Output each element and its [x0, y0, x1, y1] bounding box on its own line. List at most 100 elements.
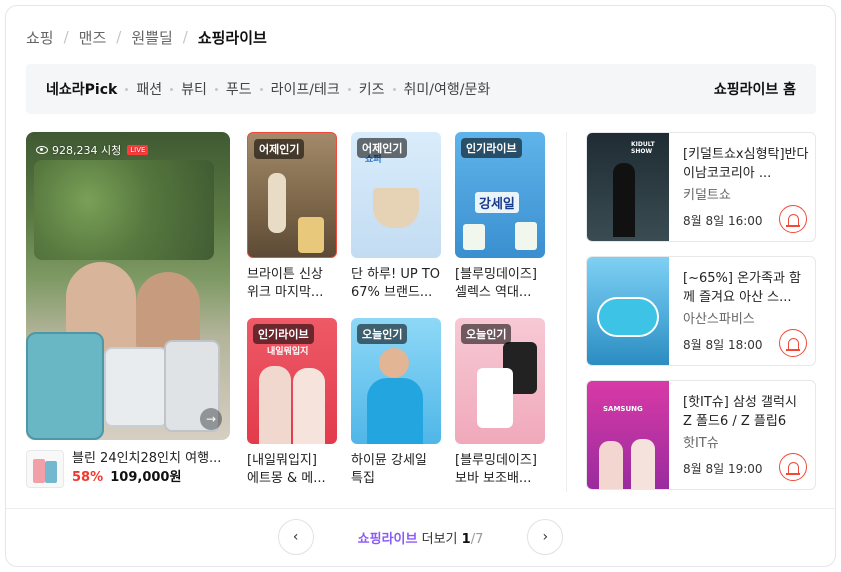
- banner-text: 내일뭐입지: [267, 347, 309, 357]
- live-tile-title[interactable]: 단 하루! UP TO 67% 브랜드...: [351, 266, 441, 302]
- upcoming-live-item[interactable]: KIDULT SHOW [키덜트쇼x심형탁]반다이남코코리아 ... 키덜트쇼 …: [586, 132, 816, 242]
- eye-icon: [36, 146, 48, 154]
- category-tab-pick[interactable]: 네쇼라Pick: [46, 79, 117, 99]
- category-tab-life-tech[interactable]: 라이프/테크: [271, 79, 340, 99]
- model-image: [259, 366, 291, 444]
- upcoming-live-thumbnail[interactable]: SAMSUNG: [587, 381, 669, 489]
- featured-product[interactable]: 블린 24인치28인치 여행... 58% 109,000원: [26, 450, 230, 488]
- live-tile-title[interactable]: [블루밍데이즈] 보바 보조배...: [455, 452, 545, 488]
- live-tile[interactable]: 어제인기 브라이튼 신상 위크 마지막...: [247, 132, 337, 302]
- live-tile[interactable]: 내일뭐입지 인기라이브 [내일뭐입지] 에트몽 & 메...: [247, 318, 337, 488]
- discount-rate: 58%: [72, 470, 104, 485]
- model-image: [379, 348, 409, 378]
- viewer-count: 928,234 시청 LIVE: [36, 142, 149, 158]
- viewer-count-text: 928,234 시청: [52, 144, 122, 157]
- breadcrumb: 쇼핑 / 맨즈 / 원쁠딜 / 쇼핑라이브: [26, 26, 267, 48]
- live-tile-badge: 오늘인기: [357, 324, 408, 344]
- featured-live-thumbnail[interactable]: 928,234 시청 LIVE →: [26, 132, 230, 440]
- product-thumbnail[interactable]: [26, 450, 64, 488]
- featured-foliage-image: [34, 160, 214, 260]
- breadcrumb-separator: /: [116, 28, 122, 46]
- live-tile-badge: 어제인기: [357, 138, 408, 158]
- live-tile-thumbnail[interactable]: 강세일 인기라이브: [455, 132, 545, 258]
- category-separator: [259, 87, 263, 91]
- product-image: [515, 222, 537, 250]
- page-indicator: 1/7: [462, 532, 484, 547]
- model-image: [367, 378, 423, 444]
- breadcrumb-mens[interactable]: 맨즈: [79, 27, 107, 48]
- host-image: [631, 439, 655, 489]
- upcoming-live-item[interactable]: [~65%] 온가족과 함께 즐겨요 아산 스... 아산스파비스 8월 8일 …: [586, 256, 816, 366]
- live-tile-thumbnail[interactable]: 내일뭐입지 인기라이브: [247, 318, 337, 444]
- pager: ‹ 쇼핑라이브 더보기 1/7 ›: [6, 518, 835, 556]
- upcoming-live-title[interactable]: [핫IT슈] 삼성 갤럭시 Z 폴드6 / Z 플립6: [683, 393, 809, 431]
- pager-brand: 쇼핑라이브: [357, 531, 418, 547]
- product-price-row: 58% 109,000원: [72, 469, 230, 487]
- live-tile[interactable]: 강세일 인기라이브 [블루밍데이즈] 셀렉스 역대...: [455, 132, 545, 302]
- shopping-live-home-link[interactable]: 쇼핑라이브 홈: [714, 79, 796, 99]
- upcoming-live-thumbnail[interactable]: KIDULT SHOW: [587, 133, 669, 241]
- suitcase-image: [45, 461, 57, 483]
- model-image: [293, 368, 325, 444]
- live-tile-thumbnail[interactable]: 오늘인기: [351, 318, 441, 444]
- live-tile-thumbnail[interactable]: 오늘인기: [455, 318, 545, 444]
- upcoming-live-title[interactable]: [키덜트쇼x심형탁]반다이남코코리아 ...: [683, 145, 809, 183]
- live-tile-badge: 인기라이브: [253, 324, 314, 344]
- upcoming-live-date: 8월 8일 16:00: [683, 214, 763, 228]
- chevron-left-icon[interactable]: ‹: [277, 519, 314, 555]
- live-tile[interactable]: 오늘인기 [블루밍데이즈] 보바 보조배...: [455, 318, 545, 488]
- product-image: [477, 368, 513, 428]
- breadcrumb-separator: /: [182, 28, 188, 46]
- live-tile-thumbnail[interactable]: 어제인기: [247, 132, 337, 258]
- current-page: 1: [461, 531, 471, 547]
- chevron-right-icon[interactable]: ›: [527, 519, 564, 555]
- featured-live[interactable]: 928,234 시청 LIVE → 블린 24인치28인치 여행... 58% …: [26, 132, 230, 488]
- live-tile-thumbnail[interactable]: 쇼퍼 어제인기: [351, 132, 441, 258]
- upcoming-live-seller: 핫IT슈: [683, 436, 719, 451]
- live-tile-title[interactable]: [블루밍데이즈] 셀렉스 역대...: [455, 266, 545, 302]
- upcoming-live-thumbnail[interactable]: [587, 257, 669, 365]
- upcoming-live-item[interactable]: SAMSUNG [핫IT슈] 삼성 갤럭시 Z 폴드6 / Z 플립6 핫IT슈…: [586, 380, 816, 490]
- category-separator: [392, 87, 396, 91]
- column-divider: [566, 132, 567, 492]
- banner-text: SAMSUNG: [603, 405, 643, 413]
- alarm-button[interactable]: [779, 329, 807, 357]
- upcoming-live-title[interactable]: [~65%] 온가족과 함께 즐겨요 아산 스...: [683, 269, 809, 307]
- upcoming-live-seller: 아산스파비스: [683, 312, 755, 327]
- product-price: 109,000원: [110, 470, 182, 485]
- breadcrumb-shopping-live: 쇼핑라이브: [197, 28, 267, 47]
- live-tile-badge: 인기라이브: [461, 138, 522, 158]
- footer-divider: [6, 508, 835, 509]
- live-tile-badge: 어제인기: [254, 139, 305, 159]
- category-tab-hobby[interactable]: 취미/여행/문화: [404, 79, 491, 99]
- category-tab-fashion[interactable]: 패션: [136, 79, 162, 99]
- category-tab-food[interactable]: 푸드: [226, 79, 252, 99]
- live-tile-title[interactable]: 브라이튼 신상 위크 마지막...: [247, 266, 337, 302]
- upcoming-live-info: [키덜트쇼x심형탁]반다이남코코리아 ... 키덜트쇼: [683, 145, 809, 203]
- live-badge-icon: LIVE: [127, 145, 149, 155]
- pager-label[interactable]: 쇼핑라이브 더보기 1/7: [358, 528, 484, 547]
- live-tile-title[interactable]: [내일뭐입지] 에트몽 & 메...: [247, 452, 337, 488]
- live-tile-badge: 오늘인기: [461, 324, 512, 344]
- alarm-button[interactable]: [779, 205, 807, 233]
- live-tile[interactable]: 오늘인기 하이뮨 강세일 특집: [351, 318, 441, 488]
- suitcase-image: [298, 217, 324, 253]
- live-tile[interactable]: 쇼퍼 어제인기 단 하루! UP TO 67% 브랜드...: [351, 132, 441, 302]
- product-name[interactable]: 블린 24인치28인치 여행...: [72, 450, 230, 468]
- breadcrumb-shopping[interactable]: 쇼핑: [26, 27, 54, 48]
- breadcrumb-one-plus-deal[interactable]: 원쁠딜: [131, 27, 172, 48]
- category-tab-kids[interactable]: 키즈: [359, 79, 385, 99]
- suitcase-image: [104, 347, 168, 427]
- suitcase-image: [26, 332, 104, 440]
- alarm-button[interactable]: [779, 453, 807, 481]
- host-image: [613, 163, 635, 237]
- category-tab-beauty[interactable]: 뷰티: [181, 79, 207, 99]
- upcoming-live-seller: 키덜트쇼: [683, 188, 731, 203]
- arrow-right-icon[interactable]: →: [200, 408, 222, 430]
- category-separator: [170, 87, 174, 91]
- upcoming-live-date: 8월 8일 18:00: [683, 338, 763, 352]
- upcoming-live-info: [~65%] 온가족과 함께 즐겨요 아산 스... 아산스파비스: [683, 269, 809, 327]
- live-tile-title[interactable]: 하이뮨 강세일 특집: [351, 452, 441, 488]
- category-bar: 네쇼라Pick 패션 뷰티 푸드 라이프/테크 키즈 취미/여행/문화 쇼핑라이…: [26, 64, 816, 114]
- bell-icon: [785, 337, 800, 351]
